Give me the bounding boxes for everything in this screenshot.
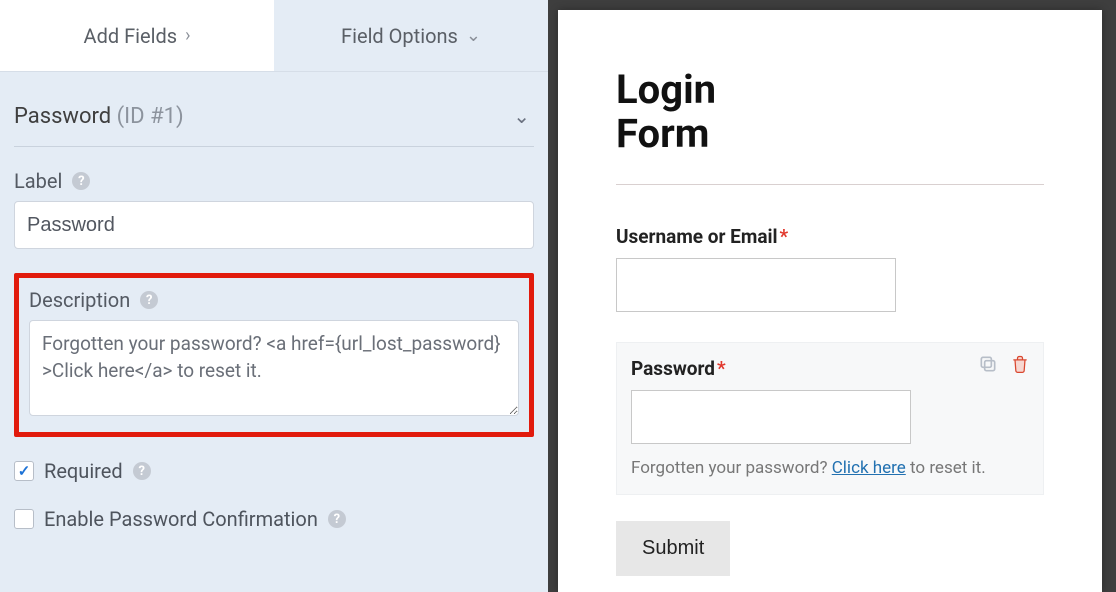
- chevron-down-icon: ⌄: [466, 25, 481, 46]
- enable-confirm-label: Enable Password Confirmation: [44, 507, 318, 531]
- reset-password-link[interactable]: Click here: [832, 458, 906, 478]
- label-text: Username or Email: [616, 225, 778, 248]
- section-text: Description: [29, 288, 130, 312]
- hint-prefix: Forgotten your password?: [631, 458, 832, 478]
- tab-label: Field Options: [341, 24, 458, 48]
- required-asterisk: *: [780, 225, 789, 248]
- tab-add-fields[interactable]: Add Fields ›: [0, 0, 274, 71]
- label-input[interactable]: [14, 201, 534, 249]
- field-name: Password: [14, 104, 111, 129]
- required-asterisk: *: [717, 357, 726, 380]
- username-label: Username or Email*: [616, 225, 1044, 248]
- field-header-title: Password (ID #1): [14, 104, 184, 129]
- field-toolbar: [977, 353, 1031, 375]
- divider: [616, 184, 1044, 185]
- field-id: (ID #1): [117, 104, 184, 129]
- chevron-down-icon[interactable]: ⌄: [509, 100, 534, 132]
- required-label: Required: [44, 459, 123, 483]
- chevron-right-icon: ›: [185, 25, 190, 46]
- preview-card: Login Form Username or Email*: [558, 10, 1102, 592]
- tab-field-options[interactable]: Field Options ⌄: [274, 0, 548, 71]
- description-highlight: Description ? Forgotten your password? <…: [14, 273, 534, 437]
- help-icon[interactable]: ?: [328, 510, 346, 528]
- trash-icon[interactable]: [1009, 353, 1031, 375]
- password-input[interactable]: [631, 390, 911, 444]
- description-section-label: Description ?: [29, 288, 519, 312]
- panel-tabs: Add Fields › Field Options ⌄: [0, 0, 548, 72]
- field-header[interactable]: Password (ID #1) ⌄: [14, 100, 534, 147]
- password-label: Password*: [631, 357, 1029, 380]
- password-field-group[interactable]: Password* Forgotten your password? Click…: [616, 342, 1044, 495]
- title-line1: Login: [616, 66, 716, 113]
- submit-button[interactable]: Submit: [616, 521, 730, 576]
- duplicate-icon[interactable]: [977, 353, 999, 375]
- section-text: Label: [14, 169, 62, 193]
- preview-backdrop: Login Form Username or Email*: [548, 0, 1116, 592]
- description-textarea[interactable]: Forgotten your password? <a href={url_lo…: [29, 320, 519, 416]
- preview-title: Login Form: [616, 68, 1044, 156]
- username-field-group[interactable]: Username or Email*: [616, 225, 1044, 312]
- hint-suffix: to reset it.: [906, 458, 986, 478]
- help-icon[interactable]: ?: [140, 291, 158, 309]
- field-options-panel: Add Fields › Field Options ⌄ Password (I…: [0, 0, 548, 592]
- required-checkbox[interactable]: [14, 461, 34, 481]
- title-line2: Form: [616, 110, 709, 157]
- username-input[interactable]: [616, 258, 896, 312]
- label-text: Password: [631, 357, 715, 380]
- password-hint: Forgotten your password? Click here to r…: [631, 458, 1029, 478]
- help-icon[interactable]: ?: [133, 462, 151, 480]
- enable-confirm-row: Enable Password Confirmation ?: [14, 507, 534, 531]
- tab-label: Add Fields: [84, 24, 178, 48]
- enable-confirm-checkbox[interactable]: [14, 509, 34, 529]
- required-row: Required ?: [14, 459, 534, 483]
- label-section-label: Label ?: [14, 169, 534, 193]
- help-icon[interactable]: ?: [72, 172, 90, 190]
